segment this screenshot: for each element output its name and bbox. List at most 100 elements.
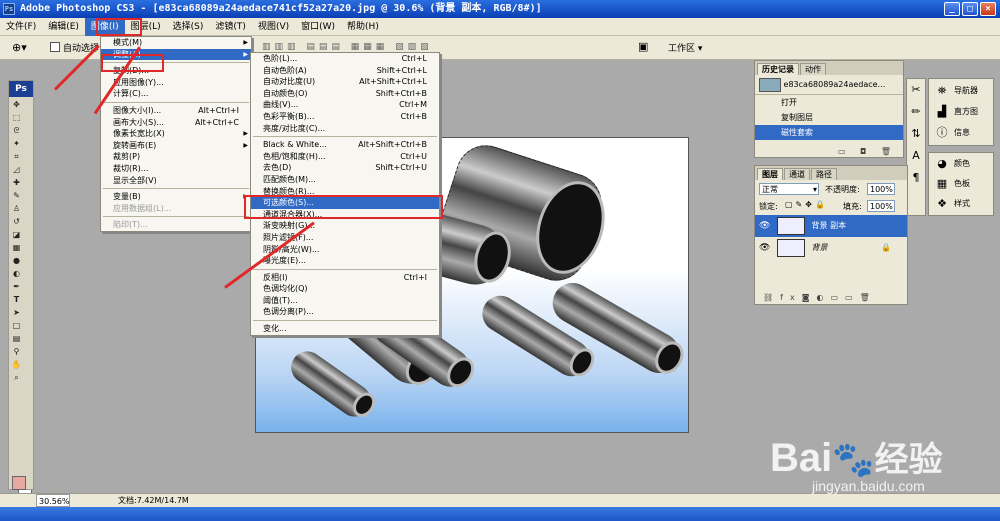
foreground-color-swatch[interactable] xyxy=(12,476,26,490)
move-tool-icon[interactable]: ⊕▾ xyxy=(12,41,27,54)
menu-item[interactable]: 亮度/对比度(C)... xyxy=(251,123,439,135)
history-footer-icons[interactable]: ▭ ◘ 🗑 xyxy=(838,147,897,156)
minimize-button[interactable]: _ xyxy=(944,2,960,16)
healing-brush-icon[interactable]: ✚ xyxy=(11,177,22,188)
menu-item[interactable]: 色彩平衡(B)... Ctrl+B xyxy=(251,111,439,123)
menu-help[interactable]: 帮助(H) xyxy=(341,18,385,36)
auto-select-checkbox[interactable] xyxy=(50,42,60,52)
stamp-tool-icon[interactable]: ♙ xyxy=(11,203,22,214)
menu-item[interactable]: 色调均化(Q) xyxy=(251,283,439,295)
fill-input[interactable]: 100% xyxy=(867,200,895,212)
menu-item[interactable]: 色调分离(P)... xyxy=(251,306,439,318)
close-button[interactable]: × xyxy=(980,2,996,16)
tab-channels[interactable]: 通道 xyxy=(784,168,810,180)
lock-icons[interactable]: ▢✎✥🔒 xyxy=(785,200,828,209)
history-snapshot[interactable]: e83ca68089a24aedace... xyxy=(755,75,903,95)
history-item[interactable]: 打开 xyxy=(755,95,903,110)
eye-icon[interactable]: 👁 xyxy=(759,221,770,231)
tool-presets-icon[interactable]: ✏ xyxy=(907,101,925,123)
history-item-selected[interactable]: 磁性套索 xyxy=(755,125,903,140)
info-icon[interactable]: ⓘ xyxy=(932,124,952,142)
menu-item[interactable]: 显示全部(V) xyxy=(101,175,251,187)
shape-tool-icon[interactable]: □ xyxy=(11,320,22,331)
styles-icon[interactable]: ❖ xyxy=(932,195,952,213)
brush-tool-icon[interactable]: ✎ xyxy=(11,190,22,201)
lasso-tool-icon[interactable]: ᘓ xyxy=(11,125,22,136)
menu-item[interactable]: 变量(B) ▶ xyxy=(101,191,251,203)
menu-item[interactable]: 裁剪(P) xyxy=(101,151,251,163)
history-brush-icon[interactable]: ↺ xyxy=(11,216,22,227)
menu-item[interactable]: 色阶(L)... Ctrl+L xyxy=(251,53,439,65)
eraser-tool-icon[interactable]: ◪ xyxy=(11,229,22,240)
blur-tool-icon[interactable]: ● xyxy=(11,255,22,266)
menu-item[interactable]: 反相(I) Ctrl+I xyxy=(251,272,439,284)
menu-item[interactable]: 自动对比度(U) Alt+Shift+Ctrl+L xyxy=(251,76,439,88)
menu-item[interactable]: 应用图像(Y)... xyxy=(101,77,251,89)
navigator-label[interactable]: 导航器 xyxy=(954,82,978,100)
hand-tool-icon[interactable]: ✋ xyxy=(11,359,22,370)
color-icon[interactable]: ◕ xyxy=(932,155,952,173)
menu-item[interactable]: 像素长宽比(X) ▶ xyxy=(101,128,251,140)
path-select-icon[interactable]: ➤ xyxy=(11,307,22,318)
menu-item[interactable]: 计算(C)... xyxy=(101,88,251,100)
move-tool-icon[interactable]: ✥ xyxy=(11,99,22,110)
workspace-menu[interactable]: 工作区 ▾ xyxy=(668,41,702,54)
menu-item[interactable]: 照片滤镜(F)... xyxy=(251,232,439,244)
opacity-input[interactable]: 100% xyxy=(867,183,895,195)
menu-file[interactable]: 文件(F) xyxy=(0,18,42,36)
menu-item[interactable]: 去色(D) Shift+Ctrl+U xyxy=(251,162,439,174)
align-icons[interactable]: ▥▥▥ ▤▤▤ ▦▦▦ ▧▧▧ xyxy=(262,42,433,52)
menu-item[interactable]: 曝光度(E)... xyxy=(251,255,439,267)
tab-paths[interactable]: 路径 xyxy=(811,168,837,180)
tab-layers[interactable]: 图层 xyxy=(757,168,783,180)
menu-item[interactable]: 阈值(T)... xyxy=(251,295,439,307)
menu-item[interactable]: Black & White... Alt+Shift+Ctrl+B xyxy=(251,139,439,151)
layer-row[interactable]: 👁 背景 🔒 xyxy=(755,237,907,259)
brushes-icon[interactable]: ✂ xyxy=(907,79,925,101)
pen-tool-icon[interactable]: ✒ xyxy=(11,281,22,292)
menu-window[interactable]: 窗口(W) xyxy=(295,18,341,36)
menu-item[interactable]: 匹配颜色(M)... xyxy=(251,174,439,186)
menu-item[interactable]: 自动色阶(A) Shift+Ctrl+L xyxy=(251,65,439,77)
menu-item[interactable]: 旋转画布(E) ▶ xyxy=(101,140,251,152)
histogram-label[interactable]: 直方图 xyxy=(954,103,978,121)
menu-item[interactable]: 裁切(R)... xyxy=(101,163,251,175)
dodge-tool-icon[interactable]: ◐ xyxy=(11,268,22,279)
eyedropper-icon[interactable]: ⚲ xyxy=(11,346,22,357)
crop-tool-icon[interactable]: ⌗ xyxy=(11,151,22,162)
color-label[interactable]: 颜色 xyxy=(954,155,970,173)
history-item[interactable]: 复制图层 xyxy=(755,110,903,125)
menu-item[interactable]: 画布大小(S)... Alt+Ctrl+C xyxy=(101,117,251,129)
paragraph-icon[interactable]: ¶ xyxy=(907,167,925,189)
menu-select[interactable]: 选择(S) xyxy=(167,18,210,36)
layer-comps-icon[interactable]: ⇅ xyxy=(907,123,925,145)
zoom-level[interactable]: 30.56% xyxy=(36,494,70,507)
menu-item[interactable]: 模式(M) ▶ xyxy=(101,37,251,49)
navigator-icon[interactable]: ⛯ xyxy=(932,82,952,100)
marquee-tool-icon[interactable]: ⬚ xyxy=(11,112,22,123)
layer-row-selected[interactable]: 👁 背景 副本 xyxy=(755,215,907,237)
menu-item[interactable]: 曲线(V)... Ctrl+M xyxy=(251,99,439,111)
menu-edit[interactable]: 编辑(E) xyxy=(42,18,85,36)
magic-wand-icon[interactable]: ✦ xyxy=(11,138,22,149)
eye-icon[interactable]: 👁 xyxy=(759,243,770,253)
slice-tool-icon[interactable]: ◿ xyxy=(11,164,22,175)
maximize-button[interactable]: □ xyxy=(962,2,978,16)
menu-filter[interactable]: 滤镜(T) xyxy=(209,18,252,36)
menu-item[interactable]: 自动颜色(O) Shift+Ctrl+B xyxy=(251,88,439,100)
character-icon[interactable]: A xyxy=(907,145,925,167)
styles-label[interactable]: 样式 xyxy=(954,195,970,213)
workspace-icon[interactable]: ▣ xyxy=(638,40,648,53)
histogram-icon[interactable]: ▟ xyxy=(932,103,952,121)
layers-footer-icons[interactable]: ⛓fx◙◐▭▭🗑 xyxy=(763,293,877,302)
zoom-tool-icon[interactable]: ⌕ xyxy=(11,372,22,383)
blend-mode-select[interactable]: 正常 ▾ xyxy=(759,183,819,195)
menu-item[interactable]: 变化... xyxy=(251,323,439,335)
tab-history[interactable]: 历史记录 xyxy=(757,63,799,75)
tab-actions[interactable]: 动作 xyxy=(800,63,826,75)
type-tool-icon[interactable]: T xyxy=(11,294,22,305)
gradient-tool-icon[interactable]: ▦ xyxy=(11,242,22,253)
swatches-label[interactable]: 色板 xyxy=(954,175,970,193)
swatches-icon[interactable]: ▦ xyxy=(932,175,952,193)
notes-tool-icon[interactable]: ▤ xyxy=(11,333,22,344)
